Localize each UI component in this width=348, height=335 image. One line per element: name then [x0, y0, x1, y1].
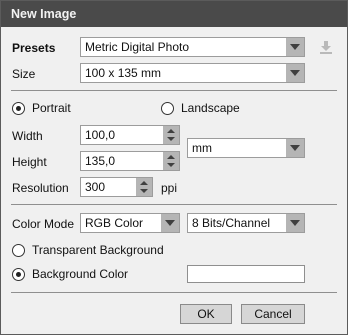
separator — [11, 292, 337, 293]
spinner-icon[interactable] — [163, 152, 179, 170]
chevron-down-icon — [161, 214, 179, 232]
landscape-radio[interactable] — [161, 102, 174, 115]
color-mode-label: Color Mode — [12, 217, 75, 231]
chevron-down-icon — [286, 38, 304, 56]
separator — [11, 90, 337, 91]
resolution-value: 300 — [85, 180, 106, 194]
height-input[interactable]: 135,0 — [80, 151, 180, 171]
ok-button[interactable]: OK — [180, 304, 232, 324]
height-label: Height — [12, 155, 47, 169]
background-color-swatch[interactable] — [187, 265, 305, 283]
spinner-icon[interactable] — [163, 126, 179, 144]
size-value: 100 x 135 mm — [85, 66, 162, 80]
bit-depth-select[interactable]: 8 Bits/Channel — [187, 213, 305, 233]
resolution-input[interactable]: 300 — [80, 177, 153, 197]
dialog-title: New Image — [1, 1, 347, 27]
background-color-label: Background Color — [32, 267, 129, 281]
separator — [11, 204, 337, 205]
bit-depth-value: 8 Bits/Channel — [192, 216, 271, 230]
color-mode-value: RGB Color — [85, 216, 144, 230]
download-icon[interactable] — [319, 40, 333, 54]
background-color-radio[interactable] — [12, 268, 25, 281]
new-image-dialog: New Image Presets Metric Digital Photo S… — [0, 0, 348, 335]
presets-select[interactable]: Metric Digital Photo — [80, 37, 305, 57]
size-select[interactable]: 100 x 135 mm — [80, 63, 305, 83]
chevron-down-icon — [286, 64, 304, 82]
transparent-background-radio[interactable] — [12, 244, 25, 257]
presets-label: Presets — [12, 41, 56, 55]
resolution-label: Resolution — [12, 181, 69, 195]
portrait-radio[interactable] — [12, 102, 25, 115]
width-label: Width — [12, 129, 43, 143]
cancel-button[interactable]: Cancel — [241, 304, 305, 324]
portrait-label: Portrait — [32, 101, 71, 115]
transparent-background-label: Transparent Background — [32, 243, 164, 257]
units-select[interactable]: mm — [187, 138, 305, 158]
color-mode-select[interactable]: RGB Color — [80, 213, 180, 233]
landscape-label: Landscape — [181, 101, 240, 115]
spinner-icon[interactable] — [136, 178, 152, 196]
units-value: mm — [192, 141, 212, 155]
resolution-unit: ppi — [161, 181, 178, 195]
chevron-down-icon — [286, 139, 304, 157]
height-value: 135,0 — [85, 154, 116, 168]
width-input[interactable]: 100,0 — [80, 125, 180, 145]
width-value: 100,0 — [85, 128, 116, 142]
size-label: Size — [12, 67, 36, 81]
chevron-down-icon — [286, 214, 304, 232]
presets-value: Metric Digital Photo — [85, 40, 190, 54]
